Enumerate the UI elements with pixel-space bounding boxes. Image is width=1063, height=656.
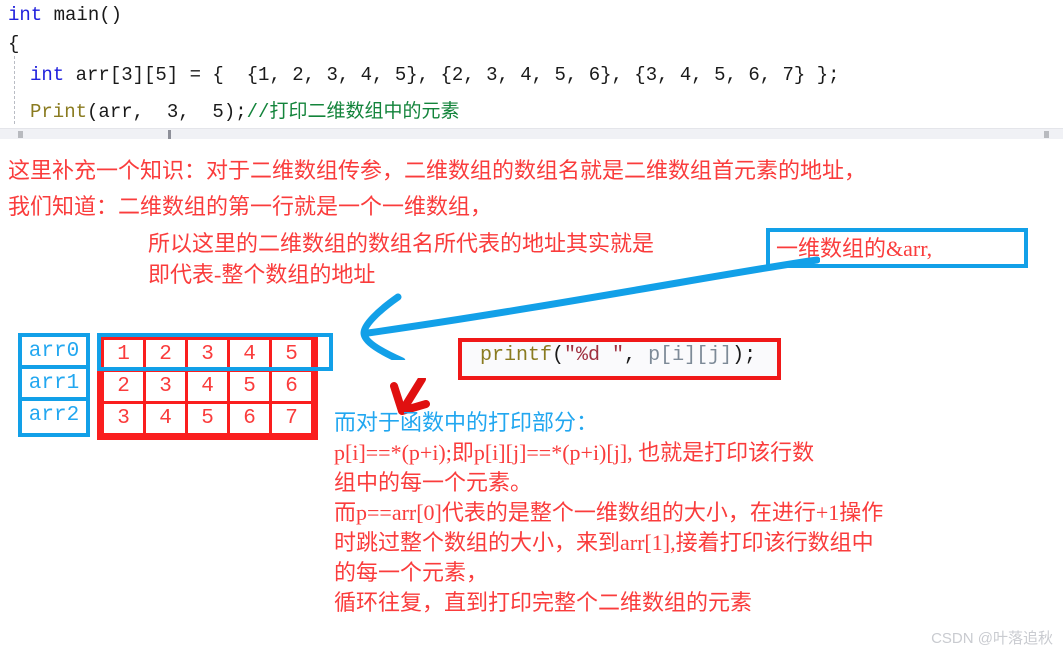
code-token: printf (480, 344, 553, 367)
two-dimensional-array-diagram: arr0 arr1 arr2 1 2 3 4 5 2 3 4 5 6 3 4 5 (18, 333, 333, 441)
annotation-text-line: 所以这里的二维数组的数组名所代表的地址其实就是 (148, 231, 655, 256)
explanation-line: 组中的每一个元素。 (334, 470, 533, 495)
array-cell: 2 (143, 337, 188, 372)
code-snippet-panel: int main() { int arr[3][5] = { {1, 2, 3,… (0, 0, 1063, 140)
array-cell: 5 (185, 401, 230, 436)
explanation-line: 的每一个元素， (334, 560, 489, 585)
code-token: "%d " (564, 344, 625, 367)
explanation-line: p[i]==*(p+i);即p[i][j]==*(p+i)[j], 也就是打印该… (334, 440, 815, 465)
code-token: int (30, 64, 76, 86)
code-token: //打印二维数组中的元素 (246, 101, 460, 123)
scrollbar-left-stop (18, 131, 23, 138)
table-row: 2 3 4 5 6 (101, 369, 314, 404)
table-row: 3 4 5 6 7 (101, 401, 314, 436)
code-line: int arr[3][5] = { {1, 2, 3, 4, 5}, {2, 3… (30, 64, 840, 86)
array-cell-grid: 1 2 3 4 5 2 3 4 5 6 3 4 5 6 7 (97, 333, 318, 440)
array-row-label: arr2 (22, 401, 86, 433)
array-cell: 4 (143, 401, 188, 436)
scrollbar-thumb[interactable] (168, 130, 171, 139)
array-cell: 5 (269, 337, 314, 372)
code-token: main() (53, 4, 123, 26)
code-line: int main() (8, 4, 122, 26)
array-cell: 6 (269, 369, 314, 404)
blue-highlight-box-text: 一维数组的&arr, (776, 236, 933, 261)
code-token: p[i][j] (648, 344, 733, 367)
array-cell: 4 (185, 369, 230, 404)
code-token: int (8, 4, 54, 26)
array-cell: 3 (143, 369, 188, 404)
code-token: , (624, 344, 649, 367)
array-cell: 1 (101, 337, 146, 372)
printf-callout-code: printf("%d ", p[i][j]); (480, 344, 756, 367)
array-cell: 3 (185, 337, 230, 372)
explanation-line: 而对于函数中的打印部分： (334, 410, 599, 435)
code-line: Print(arr, 3, 5);//打印二维数组中的元素 (30, 96, 459, 123)
code-line: { (8, 33, 19, 55)
explanation-block: 而对于函数中的打印部分： p[i]==*(p+i);即p[i][j]==*(p+… (334, 408, 1063, 618)
table-row: 1 2 3 4 5 (101, 337, 314, 372)
code-token: { (8, 33, 20, 55)
code-token: arr[3][5] = { {1, 2, 3, 4, 5}, {2, 3, 4,… (75, 64, 840, 86)
annotation-text-line: 即代表-整个数组的地址 (148, 262, 376, 287)
array-row-label: arr0 (22, 337, 86, 369)
code-token: ); (732, 344, 757, 367)
explanation-line: 循环往复，直到打印完整个二维数组的元素 (334, 590, 753, 615)
csdn-watermark: CSDN @叶落追秋 (931, 630, 1053, 647)
array-row-label: arr1 (22, 369, 86, 401)
explanation-line: 时跳过整个数组的大小，来到arr[1],接着打印该行数组中 (334, 530, 874, 555)
array-table: 1 2 3 4 5 2 3 4 5 6 3 4 5 6 7 (101, 337, 314, 436)
annotation-text-line: 这里补充一个知识：对于二维数组传参，二维数组的数组名就是二维数组首元素的地址， (8, 158, 867, 183)
horizontal-scrollbar[interactable] (0, 128, 1063, 139)
array-cell: 7 (269, 401, 314, 436)
code-token: Print (30, 101, 88, 123)
array-cell: 2 (101, 369, 146, 404)
code-token: ( (552, 344, 565, 367)
array-cell: 5 (227, 369, 272, 404)
explanation-line: 而p==arr[0]代表的是整个一维数组的大小，在进行+1操作 (334, 500, 884, 525)
array-cell: 3 (101, 401, 146, 436)
array-cell: 6 (227, 401, 272, 436)
annotation-text-line: 我们知道：二维数组的第一行就是一个一维数组， (8, 194, 493, 219)
scrollbar-right-stop (1044, 131, 1049, 138)
array-row-label-group: arr0 arr1 arr2 (18, 333, 90, 437)
array-cell: 4 (227, 337, 272, 372)
code-token: (arr, 3, 5); (87, 101, 247, 123)
indent-guide-line (14, 56, 15, 124)
